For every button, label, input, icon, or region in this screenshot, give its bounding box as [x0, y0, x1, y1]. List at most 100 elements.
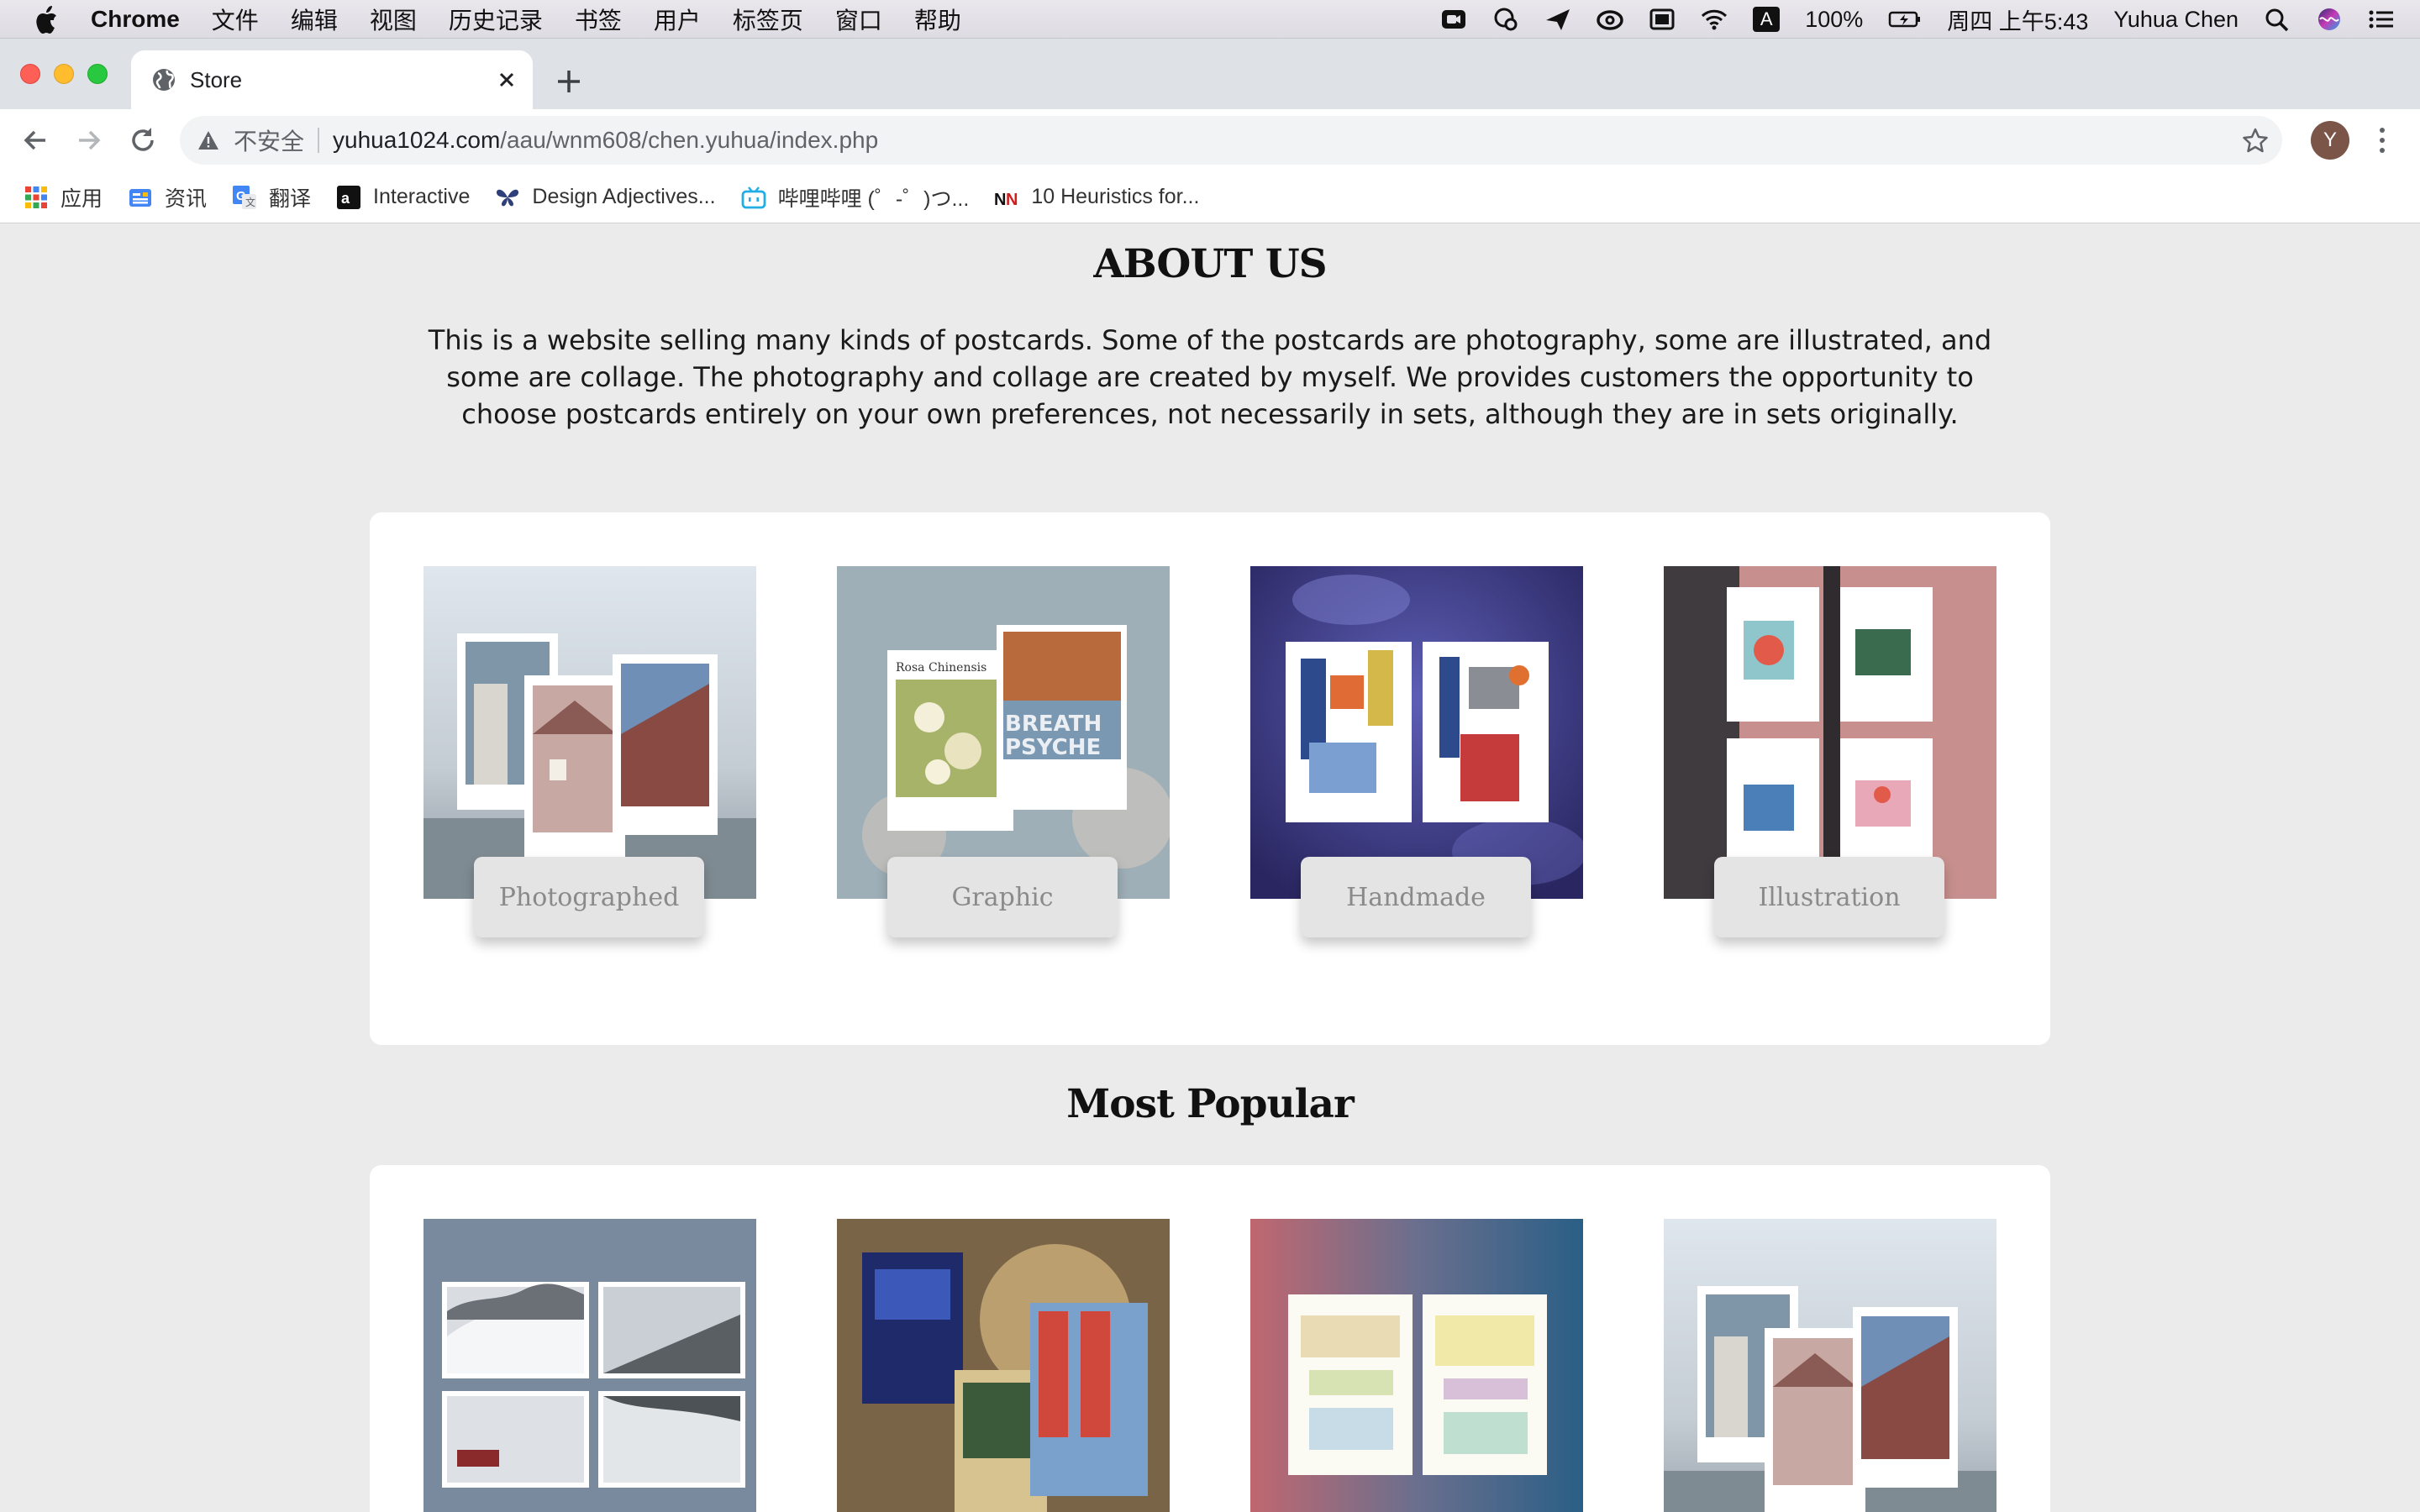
butterfly-icon: [497, 189, 519, 206]
window-close-button[interactable]: [20, 64, 40, 84]
battery-percent: 100%: [1805, 6, 1864, 32]
macos-menu-bar: Chrome 文件 编辑 视图 历史记录 书签 用户 标签页 窗口 帮助 A 1…: [0, 0, 2420, 39]
back-arrow-icon[interactable]: [18, 123, 52, 157]
more-menu-icon[interactable]: [2375, 124, 2390, 156]
chat-bubble-icon[interactable]: [1492, 7, 1519, 32]
profile-avatar[interactable]: Y: [2311, 121, 2349, 160]
menu-file[interactable]: 文件: [212, 3, 259, 36]
bookmark-heuristics[interactable]: NN 10 Heuristics for...: [994, 171, 1199, 223]
menu-bookmarks[interactable]: 书签: [575, 3, 622, 36]
menu-window[interactable]: 窗口: [835, 3, 882, 36]
news-icon: [129, 188, 152, 207]
window-minimize-button[interactable]: [54, 64, 74, 84]
collage-postcards-image: [1250, 1219, 1583, 1512]
browser-toolbar: 不安全 yuhua1024.com/aau/wnm608/chen.yuhua/…: [0, 109, 2420, 171]
bilibili-icon: [741, 186, 765, 208]
interactive-icon: a: [337, 185, 361, 209]
graphic-postcards-image: Rosa Chinensis BREATH PSYCHE: [837, 566, 1170, 899]
url-path: /aau/wnm608/chen.yuhua/index.php: [500, 127, 879, 153]
bookmark-star-icon[interactable]: [2242, 127, 2269, 154]
creative-cloud-icon[interactable]: [1597, 7, 1623, 32]
bookmarks-bar: 应用 资讯 G文 翻译 a Interactive Design Adjecti…: [0, 171, 2420, 223]
category-button-photographed[interactable]: Photographed: [474, 857, 704, 937]
reload-icon[interactable]: [126, 123, 160, 157]
bookmark-label: Interactive: [373, 185, 471, 208]
wifi-icon[interactable]: [1701, 7, 1728, 32]
popular-product-4[interactable]: [1664, 1219, 1996, 1512]
bookmark-translate[interactable]: G文 翻译: [232, 171, 311, 223]
window-zoom-button[interactable]: [87, 64, 108, 84]
most-popular-panel: [370, 1165, 2050, 1512]
most-popular-title: Most Popular: [1066, 1081, 1354, 1127]
not-secure-label[interactable]: 不安全: [234, 123, 304, 157]
translate-icon: G文: [233, 185, 257, 209]
bookmark-label: 翻译: [269, 186, 312, 211]
menubar-user[interactable]: Yuhua Chen: [2113, 7, 2238, 33]
categories-panel: Photographed Rosa Chinensis BREATH PSYCH…: [370, 512, 2050, 1045]
input-method-icon[interactable]: A: [1753, 7, 1781, 32]
screen-mirror-icon[interactable]: [1649, 7, 1676, 32]
menu-tab[interactable]: 标签页: [733, 3, 803, 36]
popular-product-3[interactable]: [1250, 1219, 1583, 1512]
tab-strip: Store: [0, 39, 2420, 109]
bookmark-design-adjectives[interactable]: Design Adjectives...: [495, 171, 716, 223]
handmade-postcards-image: [1250, 566, 1583, 899]
nn-icon: NN: [994, 191, 1018, 209]
video-camera-icon[interactable]: [1440, 7, 1467, 32]
category-card-graphic[interactable]: Rosa Chinensis BREATH PSYCHE Graphic: [837, 566, 1170, 937]
menu-app-name[interactable]: Chrome: [91, 6, 180, 33]
category-button-graphic[interactable]: Graphic: [887, 857, 1118, 937]
tab-title: Store: [190, 66, 243, 92]
popular-product-1[interactable]: [424, 1219, 756, 1512]
warning-triangle-icon[interactable]: [197, 129, 220, 152]
svg-text:PSYCHE: PSYCHE: [1005, 735, 1101, 760]
snow-landscape-postcards-image: [424, 1219, 756, 1512]
menu-edit[interactable]: 编辑: [291, 3, 338, 36]
battery-icon[interactable]: [1888, 7, 1922, 32]
svg-text:N: N: [1006, 191, 1018, 209]
forward-arrow-icon[interactable]: [72, 123, 106, 157]
spotlight-search-icon[interactable]: [2264, 7, 2291, 32]
bookmark-news[interactable]: 资讯: [128, 171, 207, 223]
category-card-handmade[interactable]: Handmade: [1250, 566, 1583, 937]
siri-icon[interactable]: [2316, 7, 2343, 32]
svg-text:文: 文: [245, 196, 255, 208]
menu-people[interactable]: 用户: [654, 3, 701, 36]
close-tab-icon[interactable]: [492, 66, 521, 94]
svg-text:N: N: [994, 191, 1006, 209]
category-card-illustration[interactable]: Illustration: [1664, 566, 1996, 937]
popular-product-2[interactable]: [837, 1219, 1170, 1512]
feeling-sick-postcards-image: [837, 1219, 1170, 1512]
category-button-illustration[interactable]: Illustration: [1714, 857, 1944, 937]
about-description: This is a website selling many kinds of …: [428, 324, 1992, 430]
page-viewport: ABOUT US This is a website selling many …: [0, 224, 2420, 1512]
bookmark-label: 应用: [60, 186, 103, 211]
globe-icon: [153, 69, 175, 91]
svg-text:BREATH: BREATH: [1005, 711, 1102, 737]
menu-help[interactable]: 帮助: [914, 3, 961, 36]
menubar-clock[interactable]: 周四 上午5:43: [1947, 3, 2088, 36]
bookmark-apps[interactable]: 应用: [24, 171, 103, 223]
send-icon[interactable]: [1544, 7, 1571, 32]
about-title: ABOUT US: [1093, 241, 1327, 287]
menu-history[interactable]: 历史记录: [449, 3, 543, 36]
category-card-photographed[interactable]: Photographed: [424, 566, 756, 937]
tab-store[interactable]: Store: [131, 50, 533, 109]
bookmark-interactive[interactable]: a Interactive: [336, 171, 470, 223]
category-button-handmade[interactable]: Handmade: [1301, 857, 1531, 937]
apple-logo-icon[interactable]: [34, 5, 59, 34]
bookmark-label: 资讯: [165, 186, 208, 211]
new-tab-plus-icon[interactable]: [555, 67, 583, 96]
bookmark-label: 哔哩哔哩 (゜-゜)つ...: [777, 186, 970, 211]
notification-center-icon[interactable]: [2368, 7, 2395, 32]
svg-text:a: a: [341, 190, 350, 207]
menu-view[interactable]: 视图: [370, 3, 417, 36]
bookmark-bilibili[interactable]: 哔哩哔哩 (゜-゜)つ...: [741, 171, 970, 223]
svg-text:Rosa Chinensis: Rosa Chinensis: [896, 661, 986, 675]
address-bar[interactable]: 不安全 yuhua1024.com/aau/wnm608/chen.yuhua/…: [180, 116, 2282, 165]
houses-postcards-image: [1664, 1219, 1996, 1512]
apps-grid-icon: [25, 186, 47, 208]
bookmark-label: 10 Heuristics for...: [1031, 185, 1200, 208]
illustration-postcards-image: [1664, 566, 1996, 899]
bookmark-label: Design Adjectives...: [532, 185, 716, 208]
